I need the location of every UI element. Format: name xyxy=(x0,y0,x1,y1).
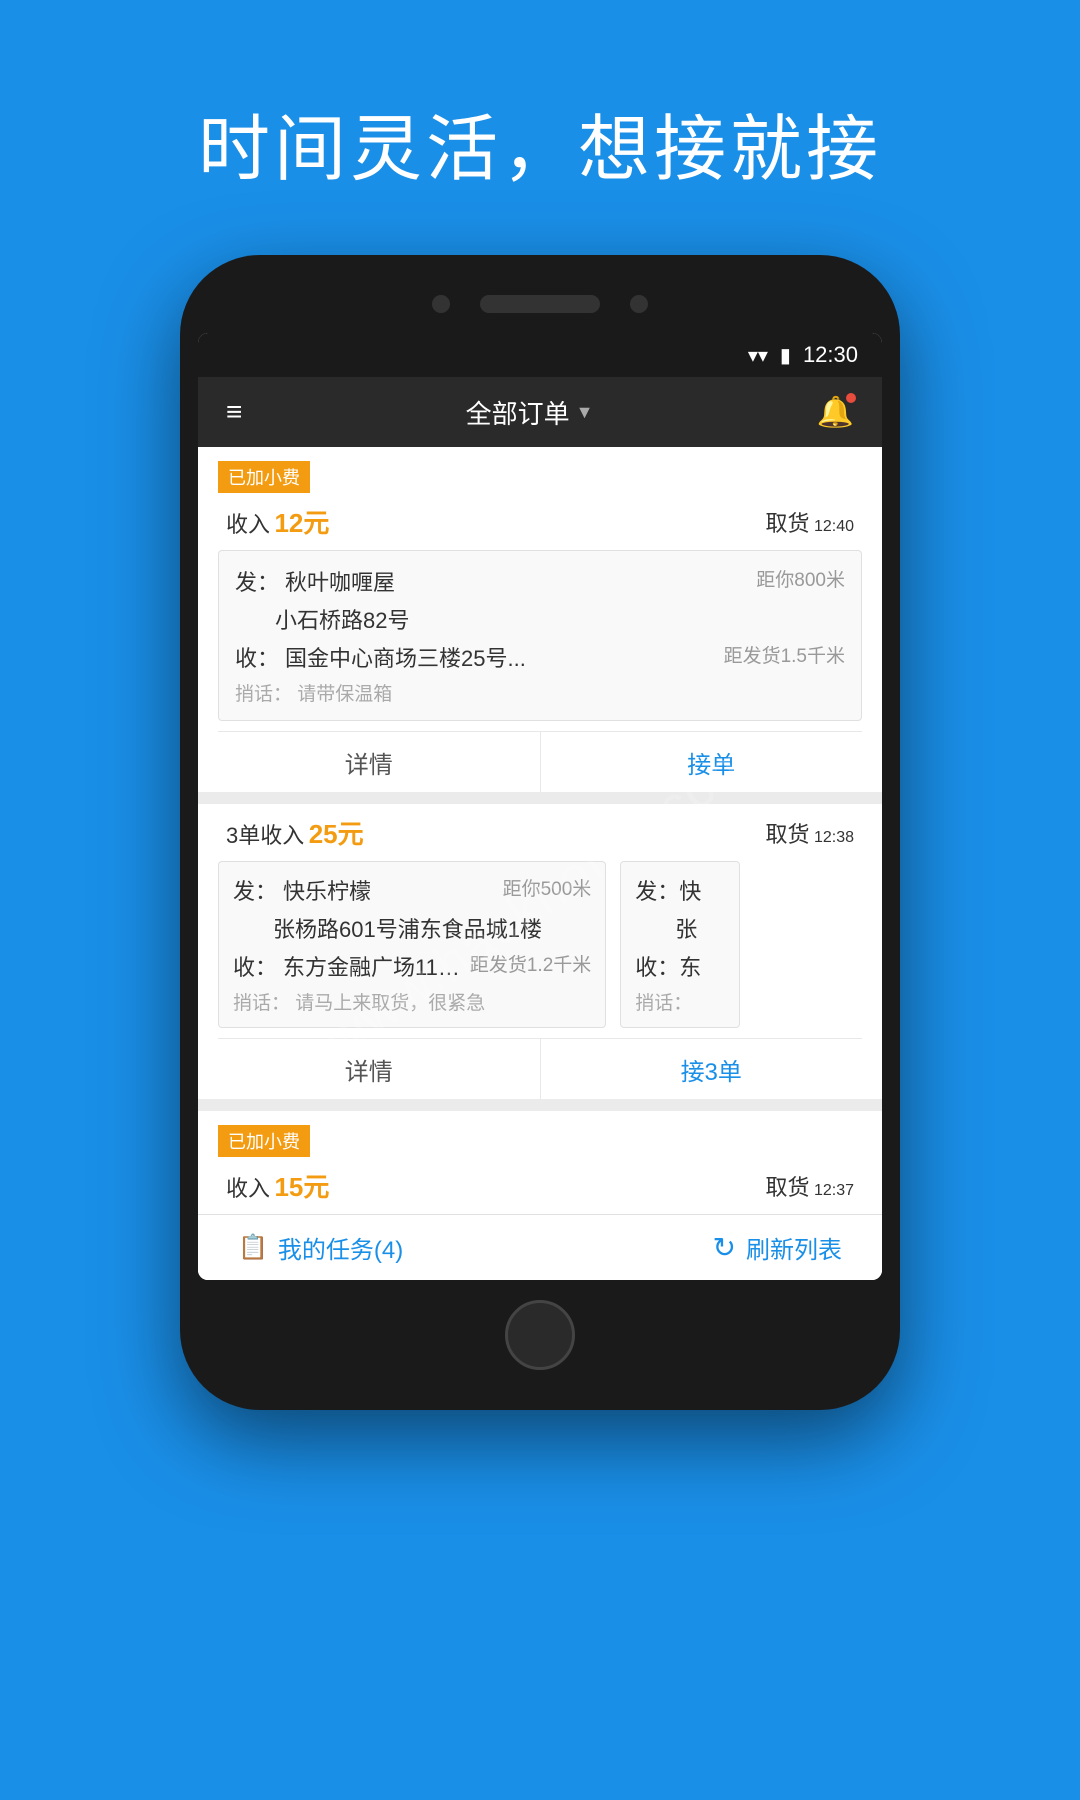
order3-summary: 收入 15元 取货 12:37 xyxy=(198,1157,882,1214)
order1-accept-btn[interactable]: 接单 xyxy=(541,732,883,792)
phone: ▾▾ ▮ 12:30 ≡ 全部订单 ▼ 🔔 已加小 xyxy=(180,255,900,1410)
order1-note: 捎话： 请带保温箱 xyxy=(235,679,845,706)
wifi-icon: ▾▾ xyxy=(748,343,768,368)
phone-screen: ▾▾ ▮ 12:30 ≡ 全部订单 ▼ 🔔 已加小 xyxy=(198,333,882,1280)
camera xyxy=(432,295,450,313)
camera-right xyxy=(630,295,648,313)
tag-badge-3: 已加小费 xyxy=(218,1125,310,1157)
order2-actions: 详情 接3单 xyxy=(198,1039,882,1099)
notification-dot xyxy=(846,393,856,403)
order2-c1-from-row: 发： 快乐柠檬 距你500米 xyxy=(233,874,591,906)
order1-from-distance: 距你800米 xyxy=(746,565,845,592)
order1-detail: 发： 秋叶咖喱屋 距你800米 小石桥路82号 收： 国金中心商场三楼25号..… xyxy=(218,550,862,721)
home-button[interactable] xyxy=(505,1300,575,1370)
order1-to-row: 收： 国金中心商场三楼25号... 距发货1.5千米 xyxy=(235,641,845,673)
header-title: 全部订单 ▼ xyxy=(466,394,594,431)
order2-pickup: 取货 12:38 xyxy=(765,817,854,849)
order2-detail-btn[interactable]: 详情 xyxy=(198,1039,541,1099)
order-card-3: 已加小费 收入 15元 取货 12:37 xyxy=(198,1111,882,1214)
order2-c2-note: 捎话： xyxy=(635,988,725,1015)
page-title: 时间灵活，想接就接 xyxy=(0,90,1080,195)
order1-income: 收入 12元 xyxy=(226,503,329,540)
order1-pickup: 取货 12:40 xyxy=(765,506,854,538)
battery-icon: ▮ xyxy=(780,343,791,368)
order2-c2-address: 张 xyxy=(635,912,725,944)
order1-from-name: 秋叶咖喱屋 xyxy=(279,565,746,597)
order1-from-label: 发： xyxy=(235,565,279,597)
refresh-tab[interactable]: ↻ 刷新列表 xyxy=(713,1230,842,1265)
header-title-text: 全部订单 xyxy=(466,394,570,431)
order3-pickup: 取货 12:37 xyxy=(765,1170,854,1202)
menu-icon[interactable]: ≡ xyxy=(226,396,242,428)
refresh-icon[interactable]: ↻ xyxy=(713,1231,736,1264)
order2-accept-btn[interactable]: 接3单 xyxy=(541,1039,883,1099)
order2-income: 3单收入 25元 xyxy=(226,814,364,851)
order2-c2-to-row: 收：东 xyxy=(635,950,725,982)
content-area: 已加小费 收入 12元 取货 12:40 发： xyxy=(198,447,882,1280)
tasks-icon: 📋 xyxy=(238,1233,268,1262)
order1-actions: 详情 接单 xyxy=(198,732,882,792)
order1-to-name: 国金中心商场三楼25号... xyxy=(279,641,714,673)
page-heading: 时间灵活，想接就接 xyxy=(0,0,1080,255)
speaker xyxy=(480,295,600,313)
refresh-label[interactable]: 刷新列表 xyxy=(746,1230,842,1265)
bell-container[interactable]: 🔔 xyxy=(817,395,854,430)
order-card-1: 已加小费 收入 12元 取货 12:40 发： xyxy=(198,447,882,792)
order2-scroll: 发： 快乐柠檬 距你500米 张杨路601号浦东食品城1楼 收： 东方金融广场1… xyxy=(198,861,882,1038)
order2-c1-note: 捎话： 请马上来取货，很紧急 xyxy=(233,988,591,1015)
order1-summary: 收入 12元 取货 12:40 xyxy=(198,493,882,550)
order2-c2-from-row: 发：快 xyxy=(635,874,725,906)
order1-to-distance: 距发货1.5千米 xyxy=(714,641,845,668)
tag-badge-1: 已加小费 xyxy=(218,461,310,493)
phone-top xyxy=(198,285,882,333)
order2-c1-from-address: 张杨路601号浦东食品城1楼 xyxy=(233,912,591,944)
dropdown-arrow-icon[interactable]: ▼ xyxy=(576,402,594,423)
order1-from-address: 小石桥路82号 xyxy=(235,603,845,635)
order1-from-row: 发： 秋叶咖喱屋 距你800米 xyxy=(235,565,845,597)
order2-summary: 3单收入 25元 取货 12:38 xyxy=(198,804,882,861)
order1-to-label: 收： xyxy=(235,641,279,673)
order3-income: 收入 15元 xyxy=(226,1167,329,1204)
order-card-2: 3单收入 25元 取货 12:38 发： 快乐柠 xyxy=(198,804,882,1099)
my-tasks-tab[interactable]: 📋 我的任务(4) xyxy=(238,1230,403,1265)
status-bar: ▾▾ ▮ 12:30 xyxy=(198,333,882,377)
order2-card2: 发：快 张 收：东 捎话： xyxy=(620,861,740,1028)
my-tasks-label[interactable]: 我的任务(4) xyxy=(278,1230,403,1265)
order2-card1: 发： 快乐柠檬 距你500米 张杨路601号浦东食品城1楼 收： 东方金融广场1… xyxy=(218,861,606,1028)
order2-c1-to-row: 收： 东方金融广场11… 距发货1.2千米 xyxy=(233,950,591,982)
status-time: 12:30 xyxy=(803,342,858,368)
bottom-bar: 📋 我的任务(4) ↻ 刷新列表 xyxy=(198,1214,882,1280)
phone-bottom xyxy=(198,1280,882,1380)
order1-detail-btn[interactable]: 详情 xyxy=(198,732,541,792)
app-header: ≡ 全部订单 ▼ 🔔 xyxy=(198,377,882,447)
phone-container: ▾▾ ▮ 12:30 ≡ 全部订单 ▼ 🔔 已加小 xyxy=(0,255,1080,1410)
